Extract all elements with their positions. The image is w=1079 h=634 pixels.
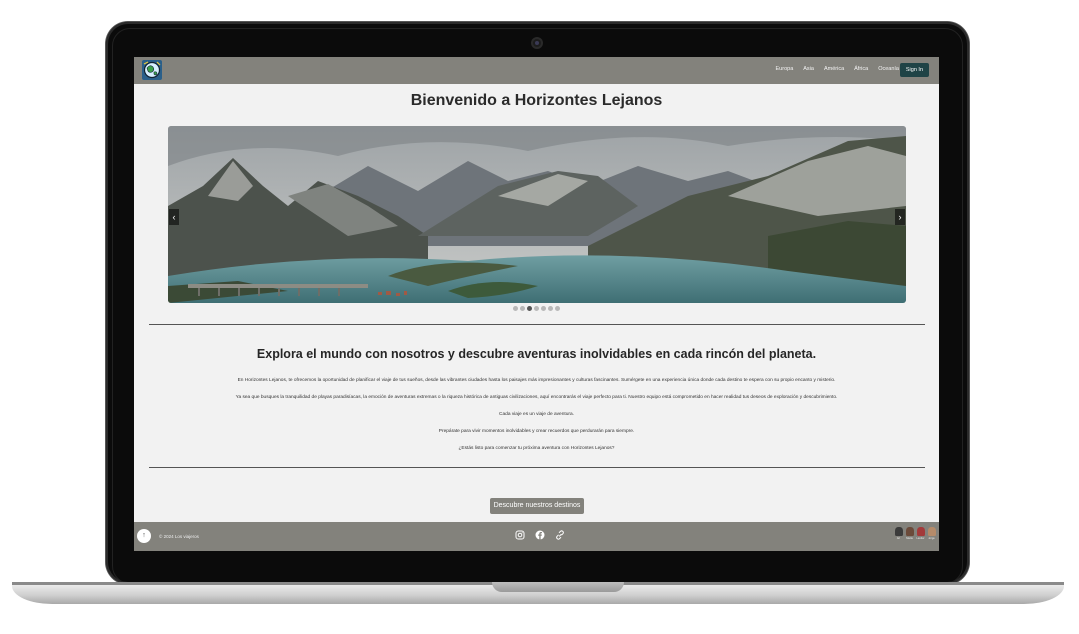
sign-in-button[interactable]: Sign In — [899, 63, 929, 77]
laptop-base — [12, 582, 1064, 604]
scroll-to-top-button[interactable]: ↑ — [137, 529, 151, 543]
team-member[interactable]: Maria — [905, 527, 914, 540]
avatar — [905, 527, 914, 536]
carousel-indicators — [134, 306, 939, 311]
team-member-name: Maria — [906, 537, 913, 540]
intro-paragraph-5: ¿Estás listo para comenzar tu próxima av… — [458, 446, 615, 451]
nav-link-oceania[interactable]: Oceanía — [878, 66, 899, 72]
navbar: Europa Asia América África Oceanía Sign … — [134, 57, 939, 84]
instagram-icon[interactable] — [515, 530, 525, 540]
discover-destinations-button[interactable]: Descubre nuestros destinos — [490, 498, 584, 514]
team-member-name: Ari — [896, 537, 901, 540]
page-title: Bienvenido a Horizontes Lejanos — [410, 92, 663, 109]
carousel-indicator[interactable] — [534, 306, 539, 311]
team-member[interactable]: Lander — [916, 527, 925, 540]
nav-link-america[interactable]: América — [824, 66, 844, 72]
link-icon[interactable] — [555, 530, 565, 540]
nav-link-europa[interactable]: Europa — [776, 66, 794, 72]
carousel-indicator[interactable] — [541, 306, 546, 311]
intro-paragraph-4: Prepárate para vivir momentos inolvidabl… — [438, 429, 635, 434]
footer: ↑ © 2024 Los viajeros Ari Maria Lander Jorg… — [134, 522, 939, 551]
carousel-indicator[interactable] — [548, 306, 553, 311]
carousel-indicator[interactable] — [513, 306, 518, 311]
intro-paragraph-3: Cada viaje es un viaje de aventura. — [499, 412, 574, 417]
globe-logo-icon[interactable] — [142, 60, 162, 80]
divider-bottom — [149, 467, 925, 468]
facebook-icon[interactable] — [535, 530, 545, 540]
intro-heading: Explora el mundo con nosotros y descubre… — [256, 347, 817, 361]
social-links — [515, 530, 565, 540]
team-member-name: Jorge — [928, 537, 935, 540]
carousel-indicator[interactable] — [520, 306, 525, 311]
avatar — [927, 527, 936, 536]
laptop-notch — [492, 582, 624, 592]
team-member[interactable]: Jorge — [927, 527, 936, 540]
team-member-name: Lander — [916, 537, 925, 540]
carousel-indicator[interactable] — [555, 306, 560, 311]
carousel-slide-image — [168, 126, 906, 303]
carousel-prev-button[interactable]: ‹ — [169, 209, 179, 225]
carousel-indicator[interactable] — [527, 306, 532, 311]
browser-viewport: Europa Asia América África Oceanía Sign … — [134, 57, 939, 551]
copyright-text: © 2024 Los viajeros — [159, 534, 199, 539]
avatar — [894, 527, 903, 536]
nav-link-africa[interactable]: África — [854, 66, 868, 72]
nav-link-asia[interactable]: Asia — [803, 66, 814, 72]
avatar — [916, 527, 925, 536]
carousel-next-button[interactable]: › — [895, 209, 905, 225]
divider-top — [149, 324, 925, 325]
intro-paragraph-2: Ya sea que busques la tranquilidad de pl… — [235, 395, 838, 400]
hero-carousel: ‹ › — [168, 126, 906, 303]
team-avatars: Ari Maria Lander Jorge — [894, 527, 936, 540]
intro-paragraph-1: En Horizontes Lejanos, te ofrecemos la o… — [237, 378, 836, 383]
webcam — [533, 39, 541, 47]
nav-links: Europa Asia América África Oceanía — [776, 66, 899, 72]
team-member[interactable]: Ari — [894, 527, 903, 540]
